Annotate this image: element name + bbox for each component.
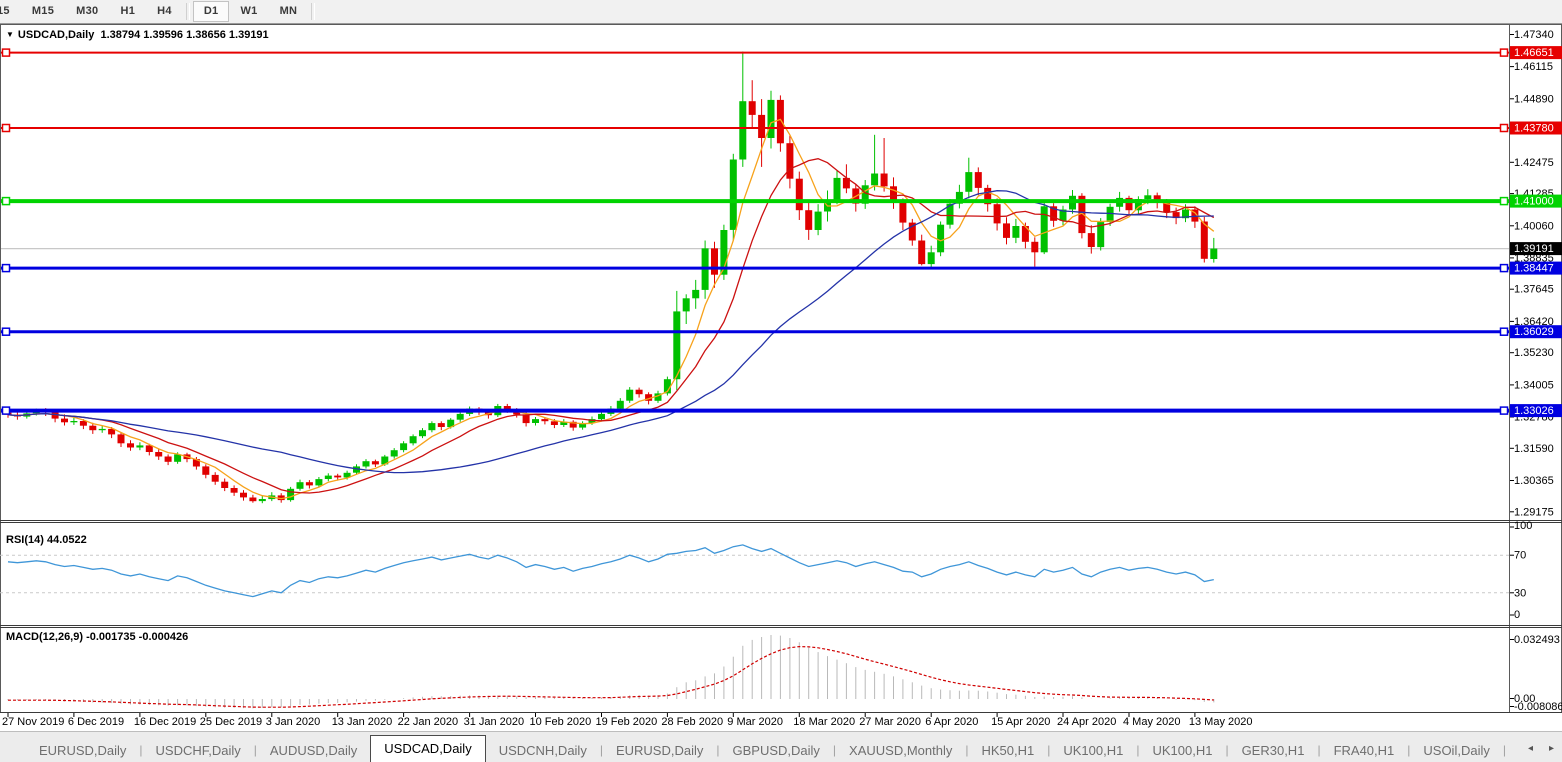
svg-text:6 Apr 2020: 6 Apr 2020 [925, 716, 978, 728]
svg-text:1.42475: 1.42475 [1514, 157, 1554, 169]
svg-text:70: 70 [1514, 550, 1526, 562]
svg-text:-0.008086: -0.008086 [1514, 701, 1562, 713]
svg-text:1.38447: 1.38447 [1514, 263, 1554, 275]
tab-usdjpy-h1[interactable]: USDJPY,H1 [1506, 739, 1516, 762]
svg-text:16 Dec 2019: 16 Dec 2019 [134, 716, 196, 728]
svg-text:27 Mar 2020: 27 Mar 2020 [859, 716, 921, 728]
chart-symbol-label: USDCAD,Daily [18, 29, 94, 41]
svg-text:27 Nov 2019: 27 Nov 2019 [2, 716, 64, 728]
chart-ohlc-values: 1.38794 1.39596 1.38656 1.39191 [100, 29, 268, 41]
svg-text:0.032493: 0.032493 [1514, 634, 1560, 646]
svg-text:1.46651: 1.46651 [1514, 47, 1554, 59]
tab-scroll-left-icon[interactable]: ◂ [1528, 743, 1533, 755]
rsi-indicator-label: RSI(14) 44.0522 [6, 534, 87, 546]
svg-text:22 Jan 2020: 22 Jan 2020 [398, 716, 459, 728]
tab-scroll-arrows: ◂ ▸ [1528, 743, 1554, 755]
time-axis: 27 Nov 2019 6 Dec 2019 16 Dec 2019 25 Dec 2… [2, 713, 1253, 728]
svg-text:31 Jan 2020: 31 Jan 2020 [464, 716, 525, 728]
rsi-panel: 100 70 30 0 [0, 520, 1532, 621]
svg-text:25 Dec 2019: 25 Dec 2019 [200, 716, 262, 728]
svg-text:1.34005: 1.34005 [1514, 379, 1554, 391]
svg-text:30: 30 [1514, 587, 1526, 599]
tab-eurusd-daily[interactable]: EURUSD,Daily [26, 739, 139, 762]
candles [5, 52, 1218, 504]
tab-hk50-h1[interactable]: HK50,H1 [968, 739, 1047, 762]
svg-text:1.37645: 1.37645 [1514, 284, 1554, 296]
tab-usdchf-daily[interactable]: USDCHF,Daily [143, 739, 254, 762]
ma-fast-line [8, 119, 1214, 498]
svg-text:1.41000: 1.41000 [1514, 196, 1554, 208]
svg-text:100: 100 [1514, 520, 1532, 532]
symbol-tabs: EURUSD,Daily|USDCHF,Daily|AUDUSD,DailyUS… [0, 735, 1516, 762]
svg-text:1.46115: 1.46115 [1514, 61, 1553, 73]
svg-text:15 Apr 2020: 15 Apr 2020 [991, 716, 1050, 728]
svg-text:1.44890: 1.44890 [1514, 93, 1554, 105]
tab-ger30-h1[interactable]: GER30,H1 [1229, 739, 1318, 762]
svg-text:13 May 2020: 13 May 2020 [1189, 716, 1253, 728]
tab-uk100-h1[interactable]: UK100,H1 [1050, 739, 1136, 762]
symbol-tab-bar: EURUSD,Daily|USDCHF,Daily|AUDUSD,DailyUS… [0, 731, 1562, 762]
svg-text:10 Feb 2020: 10 Feb 2020 [530, 716, 592, 728]
chart-title: ▼ USDCAD,Daily 1.38794 1.39596 1.38656 1.… [6, 29, 269, 41]
mt4-window: 15M15M30H1H4D1W1MN 1.473401.461151.44890… [0, 0, 1562, 762]
tab-audusd-daily[interactable]: AUDUSD,Daily [257, 739, 370, 762]
tab-usdcnh-daily[interactable]: USDCNH,Daily [486, 739, 600, 762]
svg-text:9 Mar 2020: 9 Mar 2020 [727, 716, 783, 728]
collapse-arrow-icon[interactable]: ▼ [6, 30, 14, 39]
svg-text:0: 0 [1514, 609, 1520, 621]
svg-text:6 Dec 2019: 6 Dec 2019 [68, 716, 124, 728]
svg-text:3 Jan 2020: 3 Jan 2020 [266, 716, 320, 728]
svg-text:18 Mar 2020: 18 Mar 2020 [793, 716, 855, 728]
tab-usdcad-daily[interactable]: USDCAD,Daily [370, 735, 485, 762]
svg-text:1.29175: 1.29175 [1514, 506, 1554, 518]
chart-canvas[interactable]: 1.473401.461151.448901.424751.412851.400… [0, 0, 1562, 731]
tab-eurusd-daily[interactable]: EURUSD,Daily [603, 739, 716, 762]
svg-text:1.33026: 1.33026 [1514, 405, 1554, 417]
svg-text:13 Jan 2020: 13 Jan 2020 [332, 716, 393, 728]
tab-usoil-daily[interactable]: USOil,Daily [1410, 739, 1502, 762]
ma-mid-line [8, 159, 1214, 493]
svg-text:28 Feb 2020: 28 Feb 2020 [661, 716, 723, 728]
svg-text:1.31590: 1.31590 [1514, 443, 1554, 455]
svg-text:19 Feb 2020: 19 Feb 2020 [596, 716, 658, 728]
macd-indicator-label: MACD(12,26,9) -0.001735 -0.000426 [6, 631, 188, 643]
tab-xauusd-monthly[interactable]: XAUUSD,Monthly [836, 739, 965, 762]
svg-text:1.40060: 1.40060 [1514, 220, 1554, 232]
tab-fra40-h1[interactable]: FRA40,H1 [1321, 739, 1408, 762]
svg-text:24 Apr 2020: 24 Apr 2020 [1057, 716, 1116, 728]
svg-text:1.36029: 1.36029 [1514, 326, 1554, 338]
svg-text:1.35230: 1.35230 [1514, 347, 1554, 359]
svg-text:1.47340: 1.47340 [1514, 29, 1554, 41]
macd-panel: 0.0324930.00-0.008086 [8, 634, 1562, 713]
svg-text:1.43780: 1.43780 [1514, 123, 1554, 135]
tab-scroll-right-icon[interactable]: ▸ [1549, 743, 1554, 755]
svg-text:1.39191: 1.39191 [1514, 243, 1554, 255]
tab-uk100-h1[interactable]: UK100,H1 [1139, 739, 1225, 762]
tab-gbpusd-daily[interactable]: GBPUSD,Daily [719, 739, 832, 762]
svg-text:4 May 2020: 4 May 2020 [1123, 716, 1180, 728]
svg-text:1.30365: 1.30365 [1514, 475, 1554, 487]
